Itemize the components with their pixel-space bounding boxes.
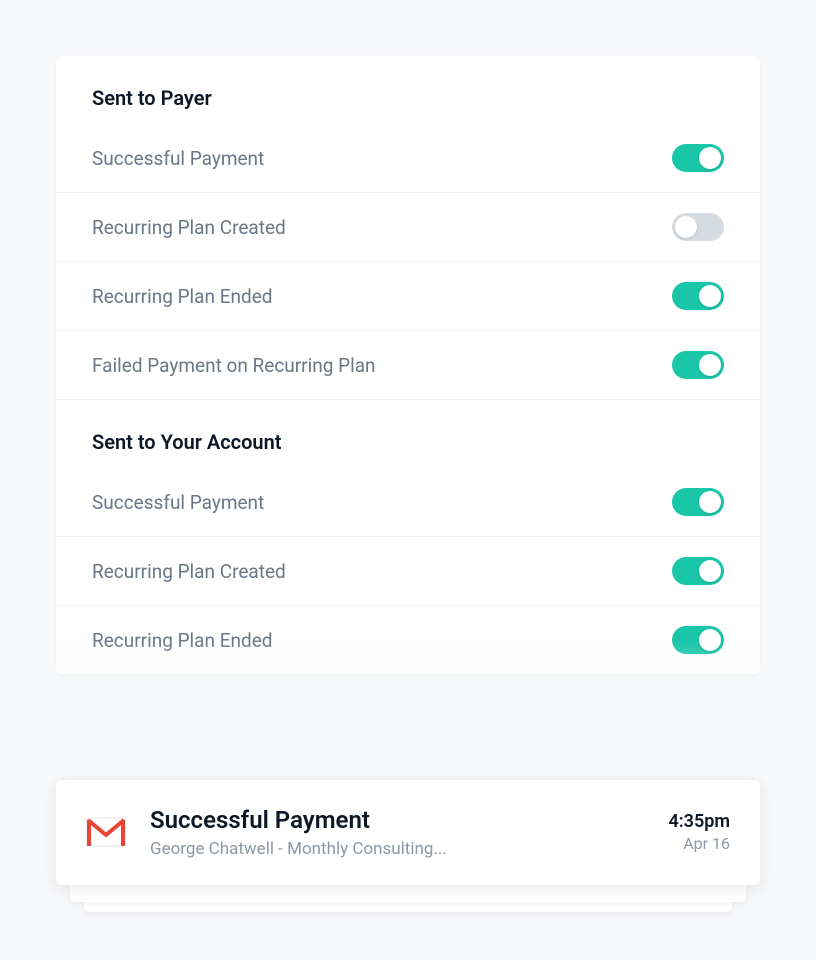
email-subtitle: George Chatwell - Monthly Consulting... [150, 839, 652, 859]
setting-label: Recurring Plan Created [92, 560, 286, 583]
setting-label: Successful Payment [92, 147, 264, 170]
toggle-payer-failed-payment[interactable] [672, 351, 724, 379]
setting-label: Recurring Plan Ended [92, 285, 273, 308]
setting-row-account-recurring-created: Recurring Plan Created [56, 537, 760, 606]
section-title-sent-to-payer: Sent to Payer [56, 56, 760, 124]
setting-label: Recurring Plan Created [92, 216, 286, 239]
toggle-account-recurring-ended[interactable] [672, 626, 724, 654]
setting-row-payer-recurring-ended: Recurring Plan Ended [56, 262, 760, 331]
email-title: Successful Payment [150, 806, 652, 835]
setting-label: Successful Payment [92, 491, 264, 514]
toggle-account-recurring-created[interactable] [672, 557, 724, 585]
notification-settings-card: Sent to Payer Successful Payment Recurri… [56, 56, 760, 674]
email-preview-card[interactable]: Successful Payment George Chatwell - Mon… [56, 780, 760, 885]
setting-row-account-recurring-ended: Recurring Plan Ended [56, 606, 760, 674]
email-meta: 4:35pm Apr 16 [668, 811, 730, 853]
toggle-payer-successful-payment[interactable] [672, 144, 724, 172]
email-preview-stack: Successful Payment George Chatwell - Mon… [56, 780, 760, 885]
email-body: Successful Payment George Chatwell - Mon… [150, 806, 652, 859]
toggle-account-successful-payment[interactable] [672, 488, 724, 516]
setting-row-payer-failed-payment: Failed Payment on Recurring Plan [56, 331, 760, 400]
toggle-payer-recurring-created[interactable] [672, 213, 724, 241]
setting-row-account-successful-payment: Successful Payment [56, 468, 760, 537]
email-time: 4:35pm [668, 811, 730, 832]
setting-row-payer-successful-payment: Successful Payment [56, 124, 760, 193]
section-title-sent-to-account: Sent to Your Account [56, 400, 760, 468]
setting-label: Failed Payment on Recurring Plan [92, 354, 376, 377]
setting-row-payer-recurring-created: Recurring Plan Created [56, 193, 760, 262]
email-date: Apr 16 [668, 834, 730, 853]
gmail-icon [86, 817, 126, 847]
setting-label: Recurring Plan Ended [92, 629, 273, 652]
toggle-payer-recurring-ended[interactable] [672, 282, 724, 310]
